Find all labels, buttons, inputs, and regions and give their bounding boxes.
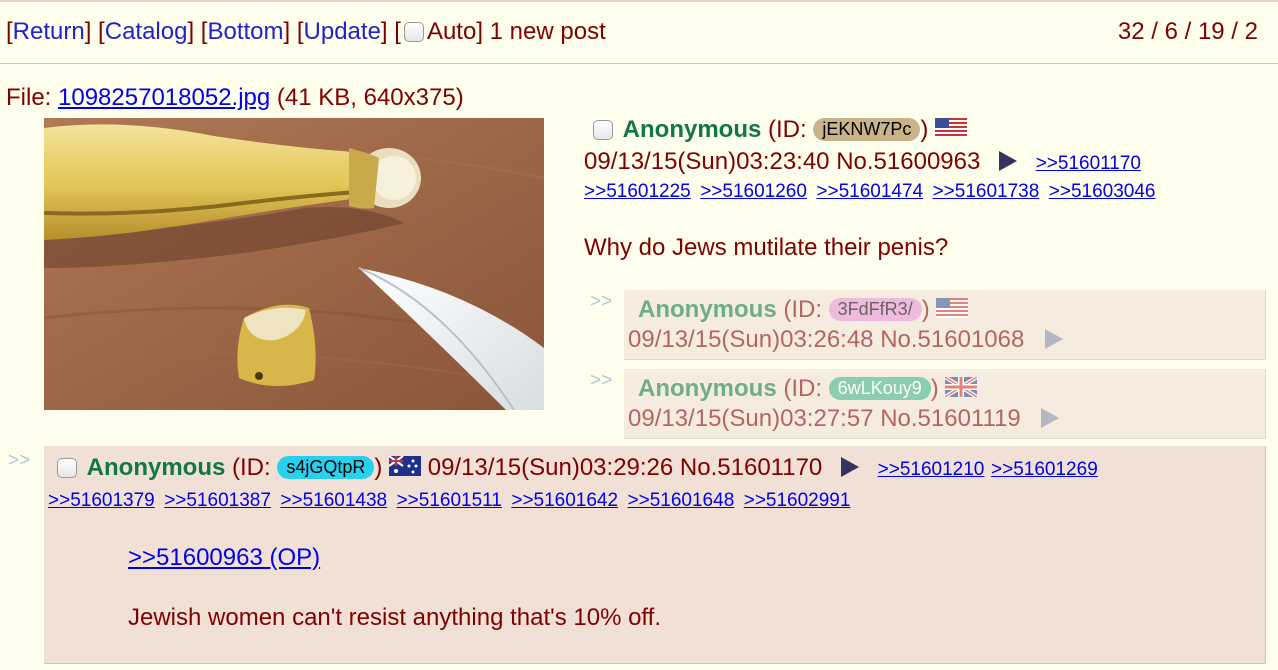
backlink[interactable]: >>51601387 [164, 490, 271, 511]
catalog-link[interactable]: Catalog [105, 18, 188, 45]
id-prefix: (ID: [783, 375, 829, 402]
file-info: File: 1098257018052.jpg (41 KB, 640x375) [6, 84, 464, 112]
backlink[interactable]: >>51601225 [584, 181, 691, 202]
reply-header: Anonymous (ID: s4jGQtpR) 09/13/15(Sun)03… [54, 454, 1098, 483]
file-label: File: [6, 84, 59, 111]
op-quote-link[interactable]: >>51600963 (OP) [128, 544, 320, 572]
op-datetime: 09/13/15(Sun)03:23:40 [584, 148, 830, 175]
backlink[interactable]: >>51601738 [933, 181, 1040, 202]
id-prefix: (ID: [232, 454, 278, 481]
inline-reply: Anonymous (ID: 3FdFfR3/) 09/13/15(Sun)03… [624, 290, 1266, 360]
op-backlinks: >>51601225 >>51601260 >>51601474 >>51601… [584, 181, 1160, 203]
backlink[interactable]: >>51601438 [280, 490, 387, 511]
op-post-header: Anonymous (ID: jEKNW7Pc) [590, 116, 968, 145]
auto-update-checkbox[interactable] [403, 22, 424, 42]
us-flag-icon [936, 297, 969, 325]
top-border [0, 0, 1278, 2]
reply-arrows: >> [8, 450, 31, 471]
thread-stats: 32 / 6 / 19 / 2 [1117, 18, 1258, 45]
file-meta: (41 KB, 640x375) [276, 84, 464, 111]
op-post-number[interactable]: No.51600963 [836, 148, 980, 175]
poster-name: Anonymous [86, 454, 226, 481]
backlink[interactable]: >>51601648 [628, 490, 735, 511]
poster-id-badge[interactable]: s4jGQtpR [277, 456, 375, 479]
return-link[interactable]: Return [13, 18, 85, 45]
id-suffix: ) [930, 375, 939, 402]
backlink[interactable]: >>51603046 [1049, 181, 1156, 202]
uk-flag-icon [944, 375, 979, 404]
reply-datetime: 09/13/15(Sun)03:29:26 [427, 454, 674, 481]
backlink[interactable]: >>51601511 [397, 490, 502, 511]
id-suffix: ) [921, 296, 930, 323]
poster-id-badge[interactable]: 6wLKouy9 [828, 377, 931, 400]
new-posts-count: 1 new post [489, 18, 606, 45]
op-image-thumbnail[interactable] [44, 118, 544, 410]
op-meta-line: 09/13/15(Sun)03:23:40 No.51600963 >>5160… [584, 148, 1141, 176]
backlink[interactable]: >>51601474 [816, 181, 923, 202]
id-suffix: ) [374, 454, 383, 481]
thread-nav: [Return] [Catalog] [Bottom] [Update] [Au… [6, 18, 606, 45]
auto-label: Auto [426, 18, 477, 45]
id-suffix: ) [920, 116, 929, 143]
us-flag-icon [935, 117, 968, 145]
update-link[interactable]: Update [304, 18, 381, 45]
backlink[interactable]: >>51601379 [48, 490, 155, 511]
reply-post-number[interactable]: No.51601119 [880, 405, 1021, 432]
banana-knife-image [44, 118, 544, 410]
post-menu-arrow-icon[interactable] [1045, 329, 1064, 349]
bottom-link[interactable]: Bottom [207, 18, 283, 45]
backlink[interactable]: >>51601260 [700, 181, 807, 202]
reply-header: Anonymous (ID: 6wLKouy9) [638, 375, 979, 404]
poster-name: Anonymous [638, 296, 777, 323]
poster-id-badge[interactable]: 3FdFfR3/ [828, 298, 922, 321]
file-link[interactable]: 1098257018052.jpg [58, 84, 270, 111]
reply-datetime: 09/13/15(Sun)03:26:48 [628, 326, 874, 353]
reply-datetime: 09/13/15(Sun)03:27:57 [628, 405, 874, 432]
au-flag-icon [388, 455, 422, 483]
post-menu-arrow-icon[interactable] [999, 151, 1018, 171]
backlink[interactable]: >>51602991 [744, 490, 851, 511]
reply-post-number[interactable]: No.51601068 [880, 326, 1024, 353]
poster-id-badge[interactable]: jEKNW7Pc [813, 118, 921, 141]
post-menu-arrow-icon[interactable] [840, 457, 859, 477]
inline-reply: Anonymous (ID: 6wLKouy9) 09/13/15(Sun)03… [624, 369, 1266, 439]
reply-meta: 09/13/15(Sun)03:26:48 No.51601068 [628, 326, 1064, 354]
reply-arrows: >> [590, 370, 613, 391]
id-prefix: (ID: [783, 296, 829, 323]
reply-arrows: >> [590, 291, 613, 312]
poster-name: Anonymous [622, 116, 762, 143]
backlink[interactable]: >>51601642 [511, 490, 618, 511]
reply-backlinks: >>51601379 >>51601387 >>51601438 >>51601… [48, 490, 855, 512]
divider [0, 63, 1278, 64]
backlink[interactable]: >>51601210 [878, 459, 985, 480]
reply-post-number[interactable]: No.51601170 [680, 454, 822, 481]
reply-header: Anonymous (ID: 3FdFfR3/) [638, 296, 969, 325]
poster-name: Anonymous [638, 375, 777, 402]
reply-message: Jewish women can't resist anything that'… [128, 604, 661, 631]
post-menu-arrow-icon[interactable] [1041, 408, 1060, 428]
backlink[interactable]: >>51601269 [991, 459, 1098, 480]
reply-post: Anonymous (ID: s4jGQtpR) 09/13/15(Sun)03… [44, 446, 1266, 664]
reply-meta: 09/13/15(Sun)03:27:57 No.51601119 [628, 405, 1060, 433]
reply-select-checkbox[interactable] [57, 458, 77, 478]
id-prefix: (ID: [768, 116, 814, 143]
op-select-checkbox[interactable] [593, 120, 613, 140]
op-message: Why do Jews mutilate their penis? [584, 234, 949, 261]
backlink[interactable]: >>51601170 [1036, 153, 1141, 174]
